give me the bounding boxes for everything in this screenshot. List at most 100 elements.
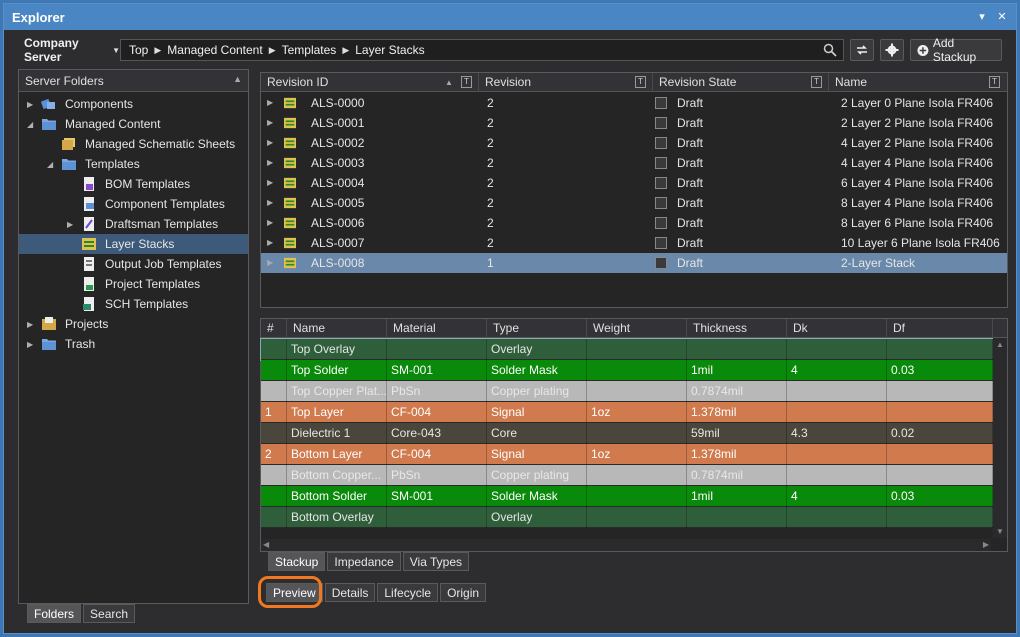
cell-material[interactable]: PbSn [387, 381, 487, 402]
cell-thickness[interactable] [687, 507, 787, 528]
cell-num[interactable] [261, 465, 287, 486]
folder-item[interactable]: Managed Schematic Sheets [19, 134, 248, 154]
cell-weight[interactable]: 1oz [587, 402, 687, 423]
cell-dk[interactable] [787, 381, 887, 402]
cell-dk[interactable] [787, 339, 887, 360]
expand-icon[interactable]: ▶ [267, 113, 273, 133]
cell-type[interactable]: Core [487, 423, 587, 444]
table-row[interactable]: Bottom Copper... PbSn Copper plating 0.7874… [261, 465, 993, 486]
breadcrumb-item[interactable]: Templates [282, 43, 337, 57]
cell-name[interactable]: Top Copper Plat... [287, 381, 387, 402]
cell-dk[interactable]: 4 [787, 486, 887, 507]
cell-material[interactable]: PbSn [387, 465, 487, 486]
table-row[interactable]: ▶ ALS-0002 2 Draft 4 Layer 2 Plane Isola FR4… [261, 133, 1007, 153]
tab-preview[interactable]: Preview [266, 583, 323, 602]
col-revision[interactable]: Revision T [479, 73, 653, 92]
cell-material[interactable]: Core-043 [387, 423, 487, 444]
tab-details[interactable]: Details [324, 583, 376, 602]
state-checkbox[interactable] [655, 197, 667, 209]
tab-lifecycle[interactable]: Lifecycle [377, 583, 439, 602]
col-revision-state[interactable]: Revision State T [653, 73, 829, 92]
cell-type[interactable]: Overlay [487, 507, 587, 528]
cell-num[interactable] [261, 339, 287, 360]
table-row[interactable]: Top Solder SM-001 Solder Mask 1mil 4 0.03 [261, 360, 993, 381]
table-row[interactable]: ▶ ALS-0003 2 Draft 4 Layer 4 Plane Isola FR4… [261, 153, 1007, 173]
close-icon[interactable]: ✕ [994, 9, 1010, 25]
table-row[interactable]: ▶ ALS-0008 1 Draft 2-Layer Stack [261, 253, 1007, 273]
cell-thickness[interactable]: 1mil [687, 360, 787, 381]
breadcrumb-item[interactable]: Managed Content [167, 43, 262, 57]
collapse-icon[interactable]: ◢ [47, 160, 53, 169]
folder-item[interactable]: Component Templates [19, 194, 248, 214]
cell-type[interactable]: Copper plating [487, 381, 587, 402]
cell-df[interactable] [887, 339, 993, 360]
cell-num[interactable] [261, 423, 287, 444]
cell-type[interactable]: Signal [487, 444, 587, 465]
table-row[interactable]: Dielectric 1 Core-043 Core 59mil 4.3 0.02 [261, 423, 993, 444]
table-row[interactable]: ▶ ALS-0006 2 Draft 8 Layer 6 Plane Isola FR4… [261, 213, 1007, 233]
expand-icon[interactable]: ▶ [267, 213, 273, 233]
col-name[interactable]: Name T [829, 73, 1007, 92]
breadcrumb[interactable]: Top ▶ Managed Content ▶ Templates ▶ Laye… [120, 39, 844, 61]
folder-item[interactable]: ▶ Draftsman Templates [19, 214, 248, 234]
cell-type[interactable]: Solder Mask [487, 360, 587, 381]
tab-origin[interactable]: Origin [440, 583, 487, 602]
cell-df[interactable] [887, 465, 993, 486]
scroll-left-icon[interactable]: ◀ [263, 540, 269, 549]
table-row[interactable]: 2 Bottom Layer CF-004 Signal 1oz 1.378mil [261, 444, 993, 465]
folder-item[interactable]: ▶ Trash [19, 334, 248, 354]
cell-weight[interactable] [587, 381, 687, 402]
cell-weight[interactable] [587, 360, 687, 381]
expand-icon[interactable]: ▶ [27, 320, 33, 329]
state-checkbox[interactable] [655, 157, 667, 169]
cell-type[interactable]: Overlay [487, 339, 587, 360]
cell-df[interactable]: 0.03 [887, 486, 993, 507]
search-icon[interactable] [823, 43, 837, 57]
col-df[interactable]: Df [887, 319, 993, 338]
expand-icon[interactable]: ▶ [267, 193, 273, 213]
col-dk[interactable]: Dk [787, 319, 887, 338]
settings-button[interactable] [880, 39, 904, 61]
cell-df[interactable] [887, 507, 993, 528]
folder-item[interactable]: SCH Templates [19, 294, 248, 314]
cell-thickness[interactable]: 0.7874mil [687, 465, 787, 486]
cell-weight[interactable] [587, 423, 687, 444]
cell-name[interactable]: Bottom Layer [287, 444, 387, 465]
cell-material[interactable]: CF-004 [387, 402, 487, 423]
cell-df[interactable] [887, 402, 993, 423]
cell-weight[interactable] [587, 507, 687, 528]
cell-name[interactable]: Dielectric 1 [287, 423, 387, 444]
cell-name[interactable]: Bottom Overlay [287, 507, 387, 528]
col-layer-name[interactable]: Name [287, 319, 387, 338]
tab-impedance[interactable]: Impedance [327, 552, 401, 571]
vertical-scrollbar[interactable]: ▲ ▼ [993, 338, 1007, 538]
table-row[interactable]: ▶ ALS-0007 2 Draft 10 Layer 6 Plane Isola FR… [261, 233, 1007, 253]
cell-material[interactable] [387, 507, 487, 528]
expand-icon[interactable]: ▶ [267, 133, 273, 153]
breadcrumb-item[interactable]: Layer Stacks [355, 43, 424, 57]
tab-stackup[interactable]: Stackup [268, 552, 326, 571]
cell-name[interactable]: Top Layer [287, 402, 387, 423]
folder-item[interactable]: ▶ Projects [19, 314, 248, 334]
cell-dk[interactable]: 4.3 [787, 423, 887, 444]
col-weight[interactable]: Weight [587, 319, 687, 338]
table-row[interactable]: ▶ ALS-0005 2 Draft 8 Layer 4 Plane Isola FR4… [261, 193, 1007, 213]
cell-dk[interactable] [787, 444, 887, 465]
cell-material[interactable]: CF-004 [387, 444, 487, 465]
state-checkbox[interactable] [655, 217, 667, 229]
scroll-right-icon[interactable]: ▶ [983, 540, 989, 549]
col-thickness[interactable]: Thickness [687, 319, 787, 338]
state-checkbox[interactable] [655, 237, 667, 249]
folder-item[interactable]: Output Job Templates [19, 254, 248, 274]
folder-item[interactable]: ◢ Templates [19, 154, 248, 174]
cell-thickness[interactable]: 59mil [687, 423, 787, 444]
cell-weight[interactable] [587, 465, 687, 486]
filter-icon[interactable]: T [461, 76, 472, 88]
expand-icon[interactable]: ▶ [27, 340, 33, 349]
breadcrumb-item[interactable]: Top [129, 43, 148, 57]
table-row[interactable]: ▶ ALS-0004 2 Draft 6 Layer 4 Plane Isola FR4… [261, 173, 1007, 193]
col-revision-id[interactable]: Revision ID ▲ T [261, 73, 479, 92]
state-checkbox[interactable] [655, 97, 667, 109]
folder-item[interactable]: ▶ Components [19, 94, 248, 114]
cell-weight[interactable]: 1oz [587, 444, 687, 465]
